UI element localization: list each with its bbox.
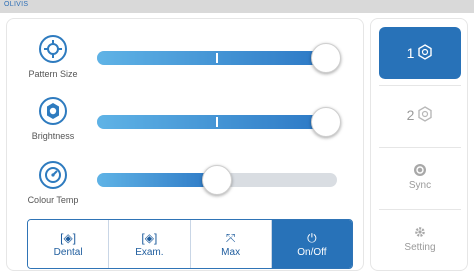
light-selector-panel: 1 2 Sync Setting bbox=[370, 18, 468, 271]
light-1-button[interactable]: 1 bbox=[379, 27, 461, 79]
slider-fill bbox=[97, 51, 328, 65]
exam-icon: [◈] bbox=[141, 230, 158, 245]
sync-button[interactable]: Sync bbox=[379, 151, 461, 203]
exam-label: Exam. bbox=[135, 246, 164, 258]
sync-icon bbox=[413, 163, 427, 180]
divider bbox=[379, 209, 461, 210]
divider bbox=[379, 147, 461, 148]
slider-fill bbox=[97, 173, 217, 187]
slider-handle[interactable] bbox=[202, 165, 232, 195]
colour-temp-label: Colour Temp bbox=[27, 195, 79, 205]
brightness-icon bbox=[39, 97, 67, 125]
top-bar: OLIVIS bbox=[0, 0, 474, 13]
colour-temp-slider[interactable] bbox=[97, 165, 337, 195]
pattern-size-icon bbox=[39, 35, 67, 63]
colour-temp-icon bbox=[39, 161, 67, 189]
gear-icon bbox=[413, 225, 427, 242]
slider-handle[interactable] bbox=[311, 107, 341, 137]
expand-icon: ⤧ bbox=[225, 230, 236, 245]
slider-handle[interactable] bbox=[311, 43, 341, 73]
dental-mode-button[interactable]: [◈] Dental bbox=[28, 220, 110, 268]
brightness-control: Brightness bbox=[7, 85, 365, 145]
brand-logo: OLIVIS bbox=[4, 1, 29, 8]
setting-button[interactable]: Setting bbox=[379, 213, 461, 265]
controls-panel: Pattern Size Brightness Colour Temp [◈] … bbox=[6, 18, 364, 271]
light-2-button[interactable]: 2 bbox=[379, 89, 461, 141]
max-mode-button[interactable]: ⤧ Max bbox=[190, 220, 272, 268]
setting-label: Setting bbox=[404, 242, 436, 253]
lamp-icon bbox=[417, 43, 433, 63]
pattern-size-slider[interactable] bbox=[97, 43, 341, 73]
brightness-label: Brightness bbox=[31, 131, 75, 141]
on-off-button[interactable]: ⏻ On/Off bbox=[271, 220, 352, 268]
pattern-size-label: Pattern Size bbox=[28, 69, 78, 79]
dental-label: Dental bbox=[53, 246, 83, 258]
exam-mode-button[interactable]: [◈] Exam. bbox=[109, 220, 191, 268]
slider-center-mark bbox=[216, 117, 218, 127]
slider-fill bbox=[97, 115, 328, 129]
light-1-number: 1 bbox=[406, 45, 415, 61]
slider-center-mark bbox=[216, 53, 218, 63]
divider bbox=[379, 85, 461, 86]
colour-temp-control: Colour Temp bbox=[7, 147, 365, 207]
sync-label: Sync bbox=[408, 180, 432, 191]
lamp-icon bbox=[417, 105, 433, 125]
light-2-number: 2 bbox=[406, 107, 415, 123]
brightness-slider[interactable] bbox=[97, 107, 341, 137]
pattern-size-control: Pattern Size bbox=[7, 21, 365, 81]
mode-button-row: [◈] Dental [◈] Exam. ⤧ Max ⏻ On/Off bbox=[27, 219, 353, 269]
on-off-label: On/Off bbox=[297, 246, 327, 258]
power-icon: ⏻ bbox=[307, 230, 317, 245]
dental-icon: [◈] bbox=[60, 230, 77, 245]
max-label: Max bbox=[221, 246, 241, 258]
